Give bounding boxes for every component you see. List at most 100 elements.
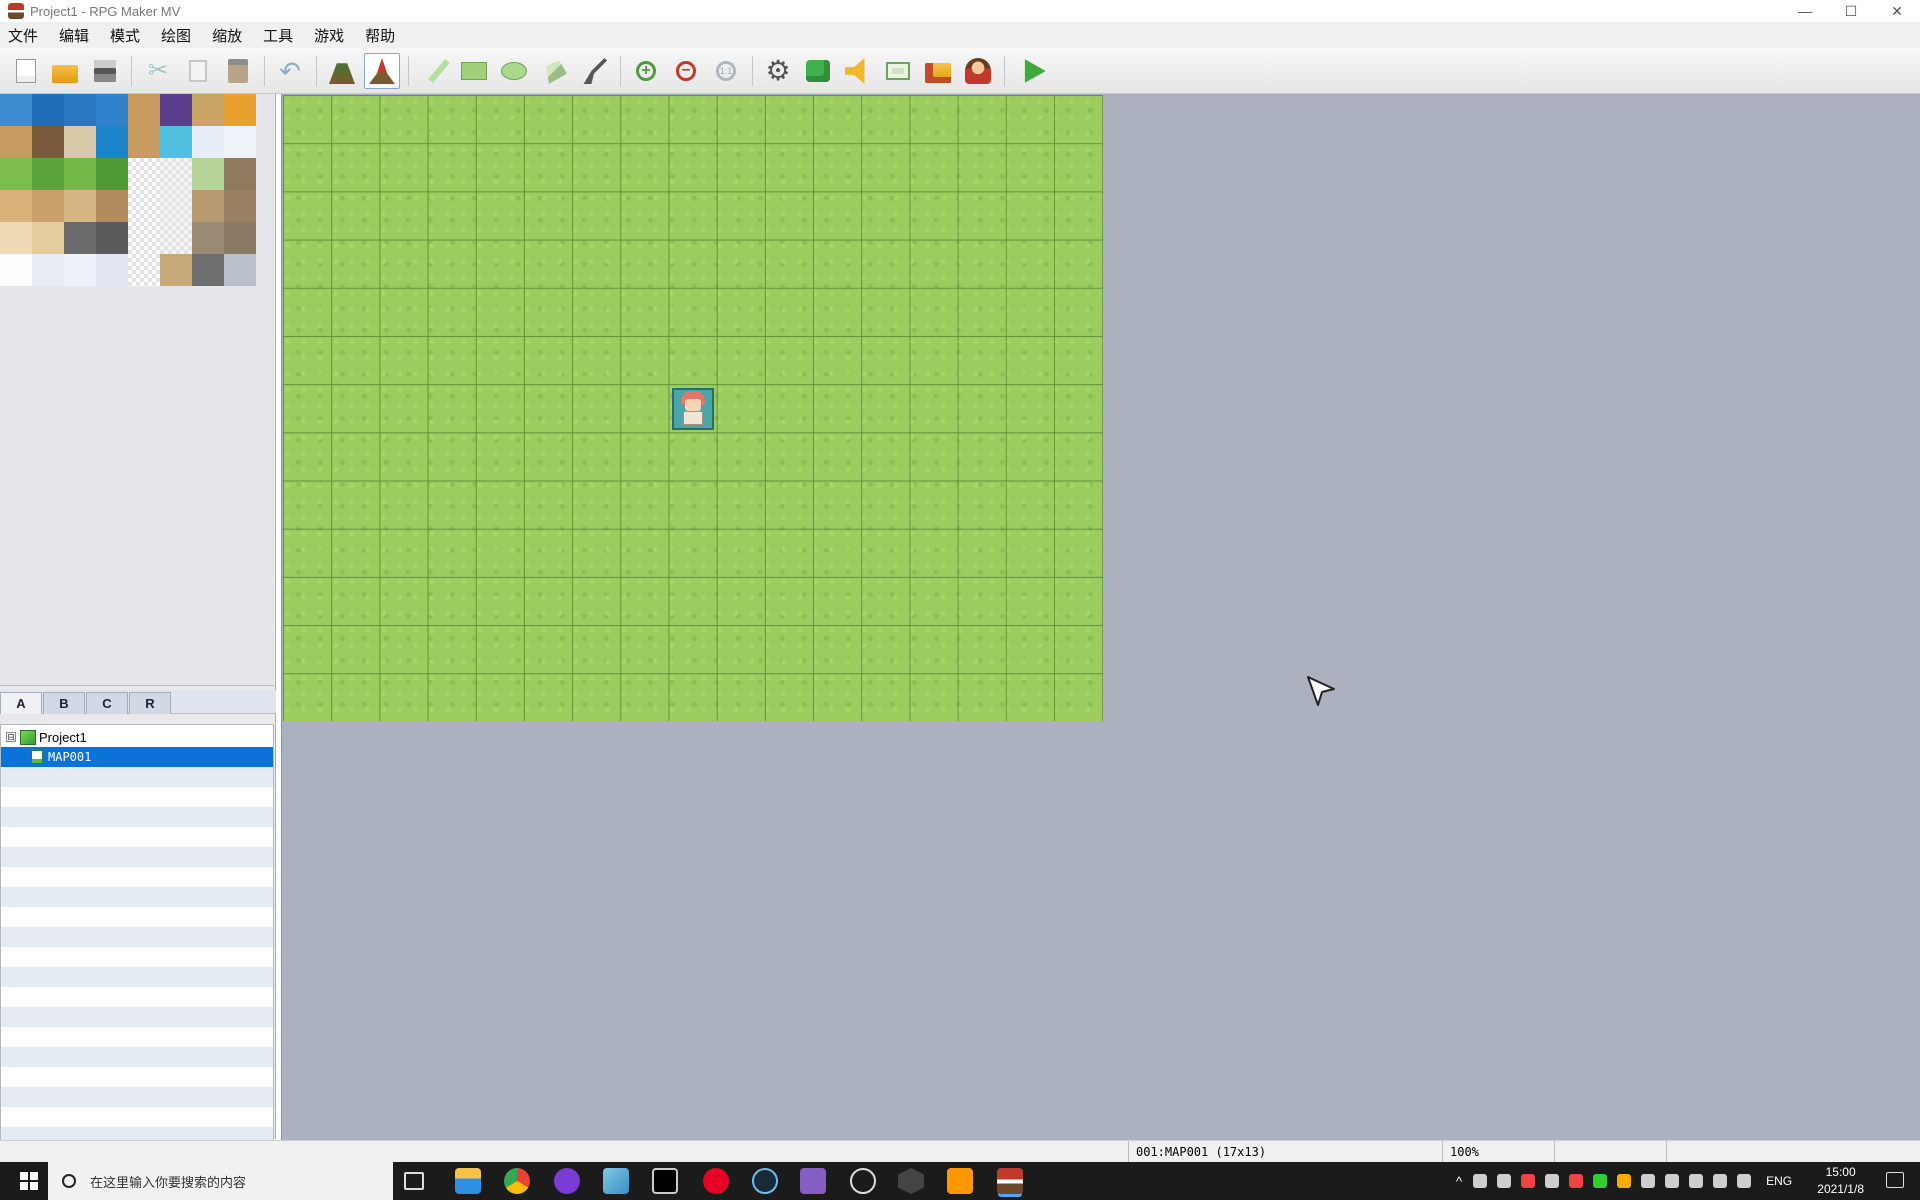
disc-app-icon[interactable]	[850, 1168, 876, 1194]
task-view-icon[interactable]	[404, 1172, 424, 1190]
player-start-event[interactable]	[672, 388, 714, 430]
clock[interactable]: 15:00 2021/1/8	[1817, 1164, 1864, 1198]
menu-tools[interactable]: 工具	[263, 25, 293, 46]
tileset-tile[interactable]	[224, 94, 256, 126]
tileset-tile[interactable]	[192, 222, 224, 254]
minimize-button[interactable]: —	[1782, 0, 1828, 22]
tileset-tile[interactable]	[96, 254, 128, 286]
tileset-tile[interactable]	[192, 126, 224, 158]
tileset-tile[interactable]	[224, 254, 256, 286]
notification-center-icon[interactable]	[1886, 1172, 1904, 1188]
tree-item-map001[interactable]: MAP001	[1, 747, 273, 767]
paste-button[interactable]	[220, 53, 256, 89]
battery-icon[interactable]	[1689, 1174, 1704, 1188]
menu-edit[interactable]: 编辑	[59, 25, 89, 46]
tray-icon[interactable]	[1521, 1174, 1536, 1188]
tileset-tile[interactable]	[32, 190, 64, 222]
resource-manager-button[interactable]	[920, 53, 956, 89]
input-language[interactable]: ENG	[1766, 1174, 1792, 1188]
tray-icon[interactable]	[1497, 1174, 1512, 1188]
tileset-tile[interactable]	[192, 190, 224, 222]
chrome-icon[interactable]	[504, 1168, 530, 1194]
tileset-tile[interactable]	[96, 126, 128, 158]
steam-icon[interactable]	[752, 1168, 778, 1194]
ellipse-button[interactable]	[496, 53, 532, 89]
flood-fill-button[interactable]	[536, 53, 572, 89]
tileset-tile[interactable]	[128, 158, 160, 190]
start-button[interactable]	[10, 1162, 48, 1200]
taskbar-search[interactable]: 在这里输入你要搜索的内容	[48, 1162, 393, 1200]
event-mode-button[interactable]	[364, 53, 400, 89]
open-project-button[interactable]	[47, 53, 83, 89]
steam-tray-icon[interactable]	[1665, 1174, 1680, 1188]
tileset-tile[interactable]	[224, 126, 256, 158]
map-editor-area[interactable]	[281, 94, 1920, 1140]
sublime-text-icon[interactable]	[947, 1168, 973, 1194]
tileset-tile[interactable]	[224, 190, 256, 222]
tileset-tile[interactable]	[0, 254, 32, 286]
menu-scale[interactable]: 缩放	[212, 25, 242, 46]
map-canvas[interactable]	[283, 95, 1103, 721]
unity-icon[interactable]	[898, 1168, 924, 1194]
map-mode-button[interactable]	[324, 53, 360, 89]
tileset-tile[interactable]	[96, 158, 128, 190]
tray-icon[interactable]	[1545, 1174, 1560, 1188]
tileset-tile[interactable]	[128, 222, 160, 254]
tileset-tile[interactable]	[64, 190, 96, 222]
tileset-tile[interactable]	[32, 94, 64, 126]
menu-game[interactable]: 游戏	[314, 25, 344, 46]
tileset-palette[interactable]	[0, 94, 258, 286]
save-project-button[interactable]	[87, 53, 123, 89]
tileset-tile[interactable]	[128, 254, 160, 286]
tab-a[interactable]: A	[0, 692, 42, 714]
tray-icon[interactable]	[1617, 1174, 1632, 1188]
tileset-tile[interactable]	[160, 126, 192, 158]
tileset-tile[interactable]	[96, 190, 128, 222]
actual-size-button[interactable]: 1:1	[708, 53, 744, 89]
close-button[interactable]: ✕	[1874, 0, 1920, 22]
tileset-tile[interactable]	[128, 94, 160, 126]
zoom-out-button[interactable]: –	[668, 53, 704, 89]
tileset-tile[interactable]	[96, 222, 128, 254]
tree-item-project[interactable]: ⊟ Project1	[1, 727, 273, 747]
cloud-icon[interactable]	[1641, 1174, 1656, 1188]
pencil-button[interactable]	[416, 53, 452, 89]
tileset-tile[interactable]	[64, 158, 96, 190]
copy-button[interactable]	[180, 53, 216, 89]
tileset-tile[interactable]	[32, 126, 64, 158]
tileset-tile[interactable]	[32, 254, 64, 286]
tileset-tile[interactable]	[64, 222, 96, 254]
tab-c[interactable]: C	[86, 692, 128, 714]
tab-b[interactable]: B	[43, 692, 85, 714]
tileset-tile[interactable]	[32, 222, 64, 254]
database-button[interactable]: ⚙	[760, 53, 796, 89]
collapse-icon[interactable]: ⊟	[6, 732, 16, 742]
tileset-tile[interactable]	[96, 94, 128, 126]
tileset-tile[interactable]	[192, 158, 224, 190]
menu-file[interactable]: 文件	[8, 25, 38, 46]
menu-help[interactable]: 帮助	[365, 25, 395, 46]
tray-expand-icon[interactable]: ^	[1456, 1174, 1462, 1189]
volume-icon[interactable]	[1737, 1174, 1752, 1188]
tileset-tile[interactable]	[160, 190, 192, 222]
tileset-tile[interactable]	[0, 126, 32, 158]
maximize-button[interactable]: ☐	[1828, 0, 1874, 22]
tileset-tile[interactable]	[160, 94, 192, 126]
tileset-tile[interactable]	[64, 94, 96, 126]
tileset-tile[interactable]	[32, 158, 64, 190]
tileset-tile[interactable]	[160, 254, 192, 286]
rpg-maker-taskbar-icon[interactable]	[997, 1168, 1023, 1194]
undo-button[interactable]: ↶	[272, 53, 308, 89]
tileset-tile[interactable]	[224, 158, 256, 190]
shadow-pen-button[interactable]	[576, 53, 612, 89]
tileset-tile[interactable]	[192, 254, 224, 286]
file-explorer-icon[interactable]	[455, 1168, 481, 1194]
tileset-tile[interactable]	[128, 190, 160, 222]
tileset-tile[interactable]	[224, 222, 256, 254]
tray-icon[interactable]	[1569, 1174, 1584, 1188]
tileset-tile[interactable]	[0, 158, 32, 190]
sound-test-button[interactable]	[840, 53, 876, 89]
tileset-tile[interactable]	[128, 126, 160, 158]
menu-draw[interactable]: 绘图	[161, 25, 191, 46]
character-generator-button[interactable]	[960, 53, 996, 89]
